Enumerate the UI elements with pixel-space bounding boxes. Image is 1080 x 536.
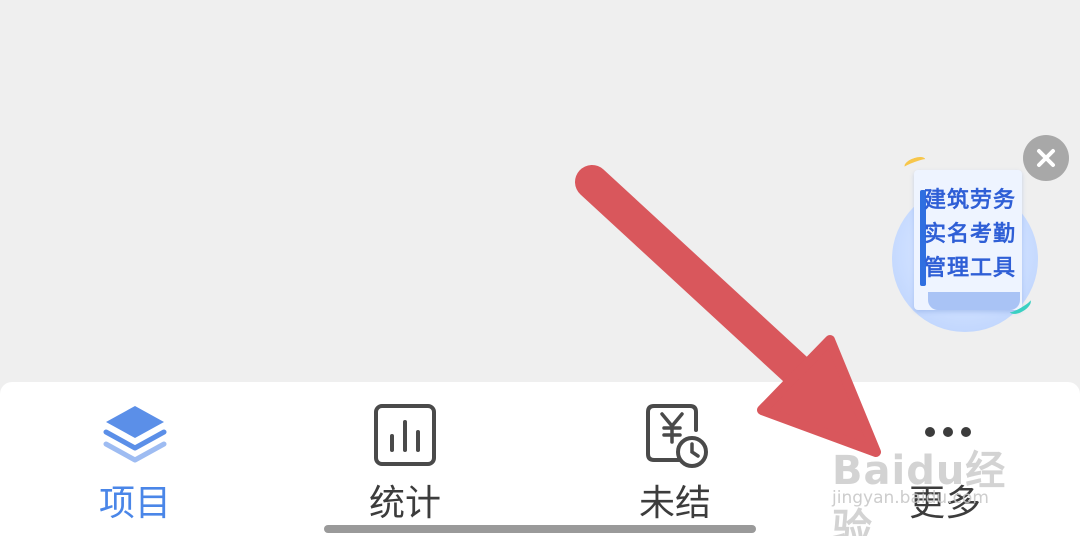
bar-chart-icon	[374, 404, 436, 466]
home-indicator[interactable]	[324, 525, 756, 533]
promo-line: 管理工具	[924, 256, 1017, 281]
tab-more[interactable]: 更多	[855, 382, 1035, 536]
more-dots-icon	[925, 427, 971, 437]
tab-label: 更多	[908, 483, 981, 524]
promo-text: 建筑劳务 实名考勤 管理工具	[924, 184, 1020, 286]
yuan-clock-icon	[646, 404, 708, 468]
tab-label: 未结	[638, 483, 711, 524]
tab-unsettled[interactable]: 未结	[585, 382, 765, 536]
layers-icon	[103, 406, 167, 463]
sparkle-icon	[902, 154, 928, 172]
tab-label: 统计	[368, 483, 441, 524]
tab-statistics[interactable]: 统计	[315, 382, 495, 536]
promo-line: 实名考勤	[924, 222, 1017, 247]
close-icon	[1037, 149, 1055, 167]
promo-line: 建筑劳务	[924, 188, 1017, 213]
app-screen: 建筑劳务 实名考勤 管理工具 项目 统计 未结 更多 Baidu经验 jingy…	[0, 0, 1080, 536]
tab-label: 项目	[98, 483, 171, 524]
bottom-tab-bar: 项目 统计 未结 更多	[0, 382, 1080, 536]
promo-badge[interactable]: 建筑劳务 实名考勤 管理工具	[890, 150, 1040, 332]
promo-close-button[interactable]	[1023, 135, 1069, 181]
tab-projects[interactable]: 项目	[45, 382, 225, 536]
